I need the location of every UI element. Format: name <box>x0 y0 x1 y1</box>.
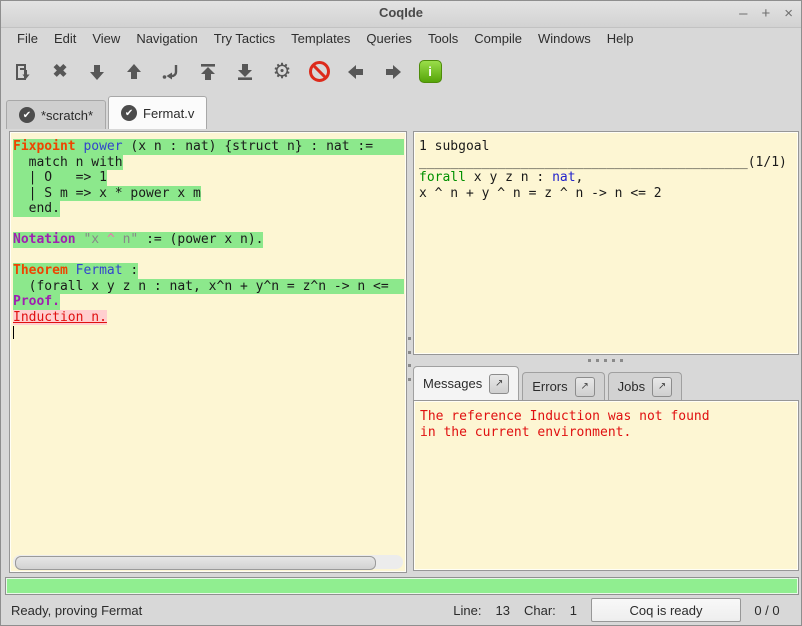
tab-messages-label: Messages <box>423 376 482 391</box>
menu-edit[interactable]: Edit <box>46 29 84 48</box>
code-line: end. <box>13 201 404 217</box>
code-line: | S m => x * power x m <box>13 186 404 202</box>
detach-icon[interactable]: ↗ <box>489 374 509 394</box>
code-line <box>13 248 404 264</box>
script-editor-pane[interactable]: Fixpoint power (x n : nat) {struct n} : … <box>9 131 407 573</box>
minimize-icon[interactable]: – <box>739 4 747 24</box>
code-line: Proof. <box>13 294 404 310</box>
workers-counter: 0 / 0 <box>741 603 793 618</box>
menu-windows[interactable]: Windows <box>530 29 599 48</box>
menu-file[interactable]: File <box>9 29 46 48</box>
status-bar: Ready, proving Fermat Line: 13 Char: 1 C… <box>1 595 801 625</box>
about-icon[interactable]: i <box>418 60 442 84</box>
editor-horizontal-scrollbar[interactable] <box>13 555 403 569</box>
menu-navigation[interactable]: Navigation <box>128 29 205 48</box>
to-end-icon[interactable] <box>233 60 257 84</box>
code-line: Theorem Fermat : <box>13 263 404 279</box>
next-icon[interactable] <box>381 60 405 84</box>
forward-icon[interactable] <box>85 60 109 84</box>
vertical-splitter[interactable] <box>406 335 413 383</box>
tab-scratch[interactable]: ✔ *scratch* <box>6 100 106 129</box>
status-message: Ready, proving Fermat <box>11 603 453 618</box>
goal-separator: ________________________________________… <box>419 155 795 171</box>
menu-queries[interactable]: Queries <box>358 29 420 48</box>
tab-jobs[interactable]: Jobs ↗ <box>608 372 682 400</box>
tab-fermat[interactable]: ✔ Fermat.v <box>108 96 207 129</box>
scrollbar-thumb[interactable] <box>15 556 376 570</box>
char-label: Char: <box>524 603 556 618</box>
detach-icon[interactable]: ↗ <box>652 377 672 397</box>
menu-tools[interactable]: Tools <box>420 29 466 48</box>
line-label: Line: <box>453 603 481 618</box>
subgoal-count: 1 subgoal <box>419 139 795 155</box>
tab-fermat-label: Fermat.v <box>143 106 194 121</box>
coqide-window: CoqIde – + × File Edit View Navigation T… <box>0 0 802 626</box>
close-doc-icon[interactable]: ✖ <box>48 60 72 84</box>
goals-pane[interactable]: 1 subgoal ______________________________… <box>413 131 799 355</box>
menu-templates[interactable]: Templates <box>283 29 358 48</box>
menu-compile[interactable]: Compile <box>466 29 530 48</box>
close-icon[interactable]: × <box>784 4 793 24</box>
error-message-line: in the current environment. <box>420 425 795 441</box>
toolbar: ✖ ⚙ <box>1 49 802 94</box>
save-icon[interactable] <box>11 60 35 84</box>
tab-check-icon: ✔ <box>19 107 35 123</box>
messages-tab-bar: Messages ↗ Errors ↗ Jobs ↗ <box>413 365 797 400</box>
interrupt-icon[interactable] <box>307 60 331 84</box>
goto-cursor-icon[interactable] <box>159 60 183 84</box>
tab-messages[interactable]: Messages ↗ <box>413 366 519 400</box>
menu-bar: File Edit View Navigation Try Tactics Te… <box>1 27 802 49</box>
text-cursor <box>13 325 404 341</box>
menu-help[interactable]: Help <box>599 29 642 48</box>
code-line <box>13 217 404 233</box>
script-buffer[interactable]: Fixpoint power (x n : nat) {struct n} : … <box>13 139 404 552</box>
window-title: CoqIde <box>1 5 801 20</box>
backward-icon[interactable] <box>122 60 146 84</box>
menu-try-tactics[interactable]: Try Tactics <box>206 29 283 48</box>
to-start-icon[interactable] <box>196 60 220 84</box>
tab-jobs-label: Jobs <box>618 379 645 394</box>
goal-line: forall x y z n : nat, <box>419 170 795 186</box>
tab-check-icon: ✔ <box>121 105 137 121</box>
back-icon[interactable] <box>344 60 368 84</box>
menu-view[interactable]: View <box>84 29 128 48</box>
progress-bar <box>5 577 799 595</box>
document-tab-bar: ✔ *scratch* ✔ Fermat.v <box>1 94 802 129</box>
detach-icon[interactable]: ↗ <box>575 377 595 397</box>
maximize-icon[interactable]: + <box>761 4 770 24</box>
code-line: Notation "x ^ n" := (power x n). <box>13 232 404 248</box>
gear-icon[interactable]: ⚙ <box>270 60 294 84</box>
code-line: match n with <box>13 155 404 171</box>
title-bar: CoqIde – + × <box>1 1 801 28</box>
goal-line: x ^ n + y ^ n = z ^ n -> n <= 2 <box>419 186 795 202</box>
char-value: 1 <box>570 603 577 618</box>
messages-pane[interactable]: The reference Induction was not found in… <box>413 400 799 571</box>
code-line: (forall x y z n : nat, x^n + y^n = z^n -… <box>13 279 404 295</box>
tab-errors[interactable]: Errors ↗ <box>522 372 604 400</box>
line-value: 13 <box>496 603 510 618</box>
code-line: Induction n. <box>13 310 404 326</box>
horizontal-splitter[interactable] <box>413 355 797 365</box>
tab-errors-label: Errors <box>532 379 567 394</box>
code-line: | O => 1 <box>13 170 404 186</box>
tab-scratch-label: *scratch* <box>41 108 93 123</box>
coq-state-button[interactable]: Coq is ready <box>591 598 741 622</box>
error-message-line: The reference Induction was not found <box>420 409 795 425</box>
code-line: Fixpoint power (x n : nat) {struct n} : … <box>13 139 404 155</box>
